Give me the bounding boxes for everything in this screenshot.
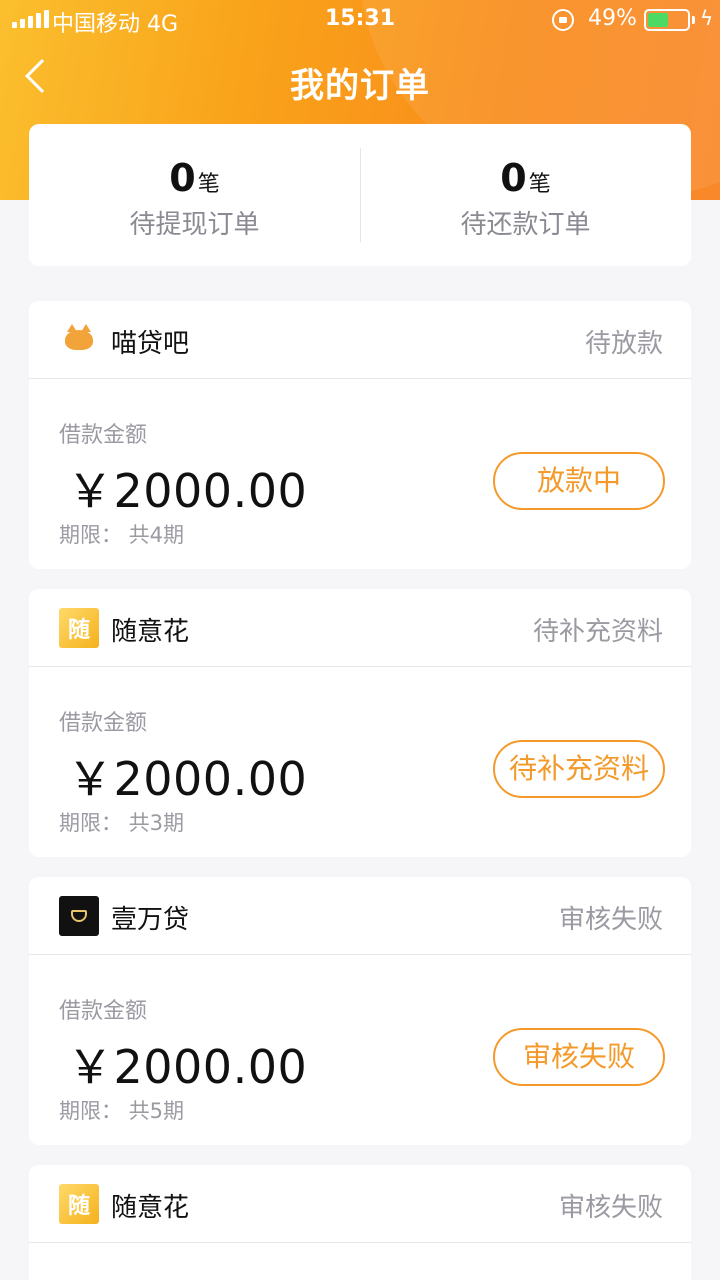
battery-percent: 49% xyxy=(588,6,637,31)
amount-label: 借款金额 xyxy=(59,999,148,1024)
pending-withdraw-summary[interactable]: 0笔 待提现订单 xyxy=(29,124,360,266)
suiyi-logo-icon: 随 xyxy=(59,608,99,648)
pending-withdraw-label: 待提现订单 xyxy=(129,210,260,240)
lender-name: 壹万贷 xyxy=(111,905,190,935)
loan-term: 期限： 共3期 xyxy=(59,811,185,835)
loan-amount: ￥2000.00 xyxy=(67,1040,308,1094)
status-bar: 中国移动 4G 15:31 49% ϟ xyxy=(0,0,720,40)
order-card[interactable]: 随 随意花 待补充资料 借款金额 ￥2000.00 期限： 共3期 待补充资料 xyxy=(29,589,691,857)
lender-name: 随意花 xyxy=(111,1193,190,1223)
rotation-lock-icon xyxy=(552,9,574,31)
loan-amount: ￥2000.00 xyxy=(67,752,308,806)
summary-divider xyxy=(360,148,361,242)
loan-term: 期限： 共4期 xyxy=(59,523,185,547)
order-header: 随 随意花 待补充资料 xyxy=(29,589,691,667)
order-body: 借款金额 ￥2000.00 期限： 共4期 放款中 xyxy=(29,379,691,569)
order-header: 随 随意花 审核失败 xyxy=(29,1165,691,1243)
order-header: 壹万贷 审核失败 xyxy=(29,877,691,955)
yiwan-logo-icon xyxy=(59,896,99,936)
order-header: 喵贷吧 待放款 xyxy=(29,301,691,379)
order-action-button[interactable]: 放款中 xyxy=(493,452,665,510)
suiyi-logo-icon: 随 xyxy=(59,1184,99,1224)
order-card[interactable]: 随 随意花 审核失败 xyxy=(29,1165,691,1280)
miao-logo-icon xyxy=(59,320,99,360)
order-body: 借款金额 ￥2000.00 期限： 共5期 审核失败 xyxy=(29,955,691,1145)
order-body: 借款金额 ￥2000.00 期限： 共3期 待补充资料 xyxy=(29,667,691,857)
amount-label: 借款金额 xyxy=(59,423,148,448)
lender-name: 喵贷吧 xyxy=(111,329,190,359)
charging-icon: ϟ xyxy=(700,6,714,30)
order-status: 待补充资料 xyxy=(532,617,663,647)
lender-name: 随意花 xyxy=(111,617,190,647)
order-status: 审核失败 xyxy=(558,1193,663,1223)
amount-label: 借款金额 xyxy=(59,711,148,736)
count-unit: 笔 xyxy=(528,172,551,197)
pending-withdraw-count: 0 xyxy=(169,156,196,200)
order-card[interactable]: 喵贷吧 待放款 借款金额 ￥2000.00 期限： 共4期 放款中 xyxy=(29,301,691,569)
order-card[interactable]: 壹万贷 审核失败 借款金额 ￥2000.00 期限： 共5期 审核失败 xyxy=(29,877,691,1145)
order-summary-card: 0笔 待提现订单 0笔 待还款订单 xyxy=(29,124,691,266)
order-action-button[interactable]: 待补充资料 xyxy=(492,740,665,798)
order-status: 审核失败 xyxy=(558,905,663,935)
loan-term: 期限： 共5期 xyxy=(59,1099,185,1123)
count-unit: 笔 xyxy=(197,172,220,197)
pending-repay-count: 0 xyxy=(500,156,527,200)
order-status: 待放款 xyxy=(584,329,663,359)
page-title: 我的订单 xyxy=(290,66,430,106)
loan-amount: ￥2000.00 xyxy=(67,464,308,518)
pending-repay-label: 待还款订单 xyxy=(460,210,591,240)
pending-repay-summary[interactable]: 0笔 待还款订单 xyxy=(360,124,691,266)
battery-icon xyxy=(644,9,690,31)
order-action-button[interactable]: 审核失败 xyxy=(493,1028,665,1086)
